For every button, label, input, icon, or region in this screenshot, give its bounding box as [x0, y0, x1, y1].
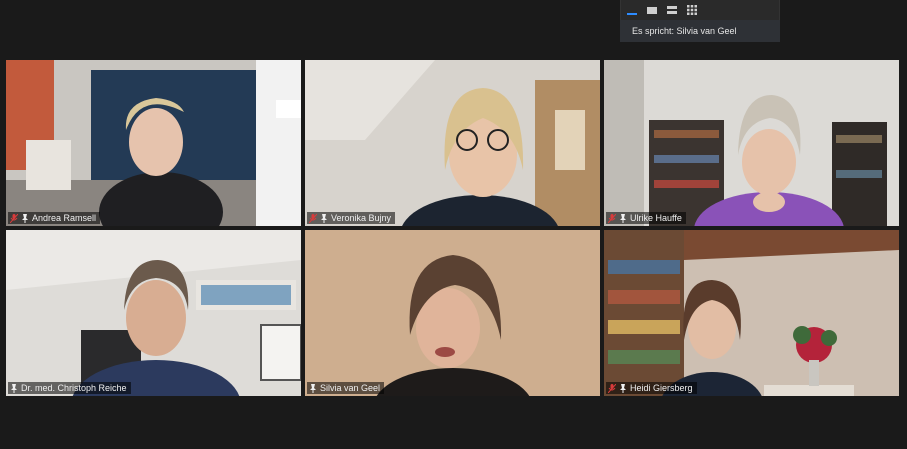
- pin-icon: [22, 213, 28, 223]
- participant-name: Silvia van Geel: [320, 383, 381, 393]
- participant-tile-veronika[interactable]: Veronika Bujny: [305, 60, 600, 226]
- participant-name: Veronika Bujny: [331, 213, 392, 223]
- participant-tile-silvia[interactable]: Silvia van Geel: [305, 230, 600, 396]
- view-toolbar: [620, 0, 780, 20]
- participant-name: Andrea Ramsell: [32, 213, 97, 223]
- name-tag: Ulrike Hauffe: [606, 212, 686, 224]
- participant-name: Dr. med. Christoph Reiche: [21, 383, 127, 393]
- name-tag: Heidi Giersberg: [606, 382, 697, 394]
- name-tag: Dr. med. Christoph Reiche: [8, 382, 131, 394]
- pin-icon: [11, 383, 17, 393]
- pin-icon: [321, 213, 327, 223]
- active-speaker-banner: Es spricht: Silvia van Geel: [620, 20, 780, 42]
- muted-mic-icon: [608, 383, 616, 393]
- participant-tile-heidi[interactable]: Heidi Giersberg: [604, 230, 899, 396]
- video-feed: [6, 60, 301, 226]
- pin-icon: [310, 383, 316, 393]
- participant-tile-christoph[interactable]: Dr. med. Christoph Reiche: [6, 230, 301, 396]
- muted-mic-icon: [10, 213, 18, 223]
- muted-mic-icon: [608, 213, 616, 223]
- gallery-view-icon[interactable]: [645, 3, 659, 17]
- participant-name: Ulrike Hauffe: [630, 213, 682, 223]
- video-grid: Andrea Ramsell Veronika Bujny Ulrike Hau…: [6, 60, 900, 398]
- strip-view-icon[interactable]: [665, 3, 679, 17]
- pin-icon: [620, 213, 626, 223]
- video-feed: [604, 60, 899, 226]
- speaker-view-icon[interactable]: [625, 3, 639, 17]
- video-feed: [305, 60, 600, 226]
- muted-mic-icon: [309, 213, 317, 223]
- participant-name: Heidi Giersberg: [630, 383, 693, 393]
- name-tag: Andrea Ramsell: [8, 212, 101, 224]
- grid-view-icon[interactable]: [685, 3, 699, 17]
- participant-tile-ulrike[interactable]: Ulrike Hauffe: [604, 60, 899, 226]
- name-tag: Silvia van Geel: [307, 382, 385, 394]
- video-feed: [305, 230, 600, 396]
- video-feed: [6, 230, 301, 396]
- pin-icon: [620, 383, 626, 393]
- video-feed: [604, 230, 899, 396]
- participant-tile-andrea[interactable]: Andrea Ramsell: [6, 60, 301, 226]
- name-tag: Veronika Bujny: [307, 212, 396, 224]
